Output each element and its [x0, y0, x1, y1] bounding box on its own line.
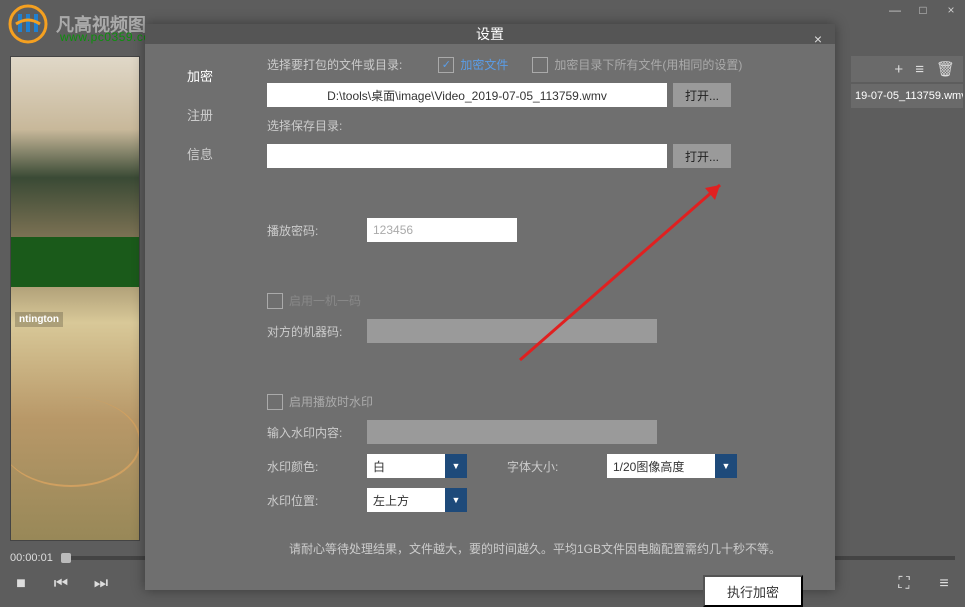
playlist-add-icon[interactable]: +: [894, 61, 903, 78]
tab-encrypt[interactable]: 加密: [145, 56, 255, 95]
encrypt-file-checkbox[interactable]: [438, 57, 454, 73]
playlist-toolbar: + ≡ 🗑: [851, 56, 963, 82]
video-frame: ntington: [10, 56, 140, 541]
fullscreen-button[interactable]: ⛶: [893, 573, 915, 595]
playlist-delete-icon[interactable]: 🗑: [936, 60, 955, 78]
dialog-title: 设置: [476, 24, 504, 44]
settings-form: 选择要打包的文件或目录: 加密文件 加密目录下所有文件(用相同的设置) 打开..…: [255, 44, 835, 607]
hamburger-button[interactable]: ≡: [933, 573, 955, 595]
encrypt-dir-option[interactable]: 加密目录下所有文件(用相同的设置): [532, 56, 742, 73]
save-dir-input[interactable]: [267, 144, 667, 168]
stop-button[interactable]: ■: [10, 573, 32, 595]
font-size-select[interactable]: 1/20图像高度▼: [607, 454, 737, 478]
watermark-option[interactable]: 启用播放时水印: [267, 393, 373, 410]
font-size-label: 字体大小:: [507, 458, 607, 475]
settings-dialog: 设置 × 加密 注册 信息 选择要打包的文件或目录: 加密文件 加密目录下所有文…: [145, 24, 835, 590]
video-overlay-text: ntington: [15, 312, 63, 327]
save-dir-label: 选择保存目录:: [267, 117, 342, 134]
maximize-button[interactable]: □: [914, 2, 932, 18]
playlist-menu-icon[interactable]: ≡: [915, 61, 924, 78]
tab-info[interactable]: 信息: [145, 134, 255, 173]
open-savedir-button[interactable]: 打开...: [673, 144, 731, 168]
watermark-color-label: 水印颜色:: [267, 458, 367, 475]
playback-time: 00:00:01: [10, 552, 53, 564]
open-file-button[interactable]: 打开...: [673, 83, 731, 107]
tab-register[interactable]: 注册: [145, 95, 255, 134]
file-path-input[interactable]: [267, 83, 667, 107]
prev-button[interactable]: ⏮: [50, 573, 72, 595]
dialog-close-icon[interactable]: ×: [809, 30, 827, 48]
machine-code-label: 对方的机器码:: [267, 323, 367, 340]
select-files-label: 选择要打包的文件或目录:: [267, 56, 402, 73]
processing-note: 请耐心等待处理结果，文件越大，要的时间越久。平均1GB文件因电脑配置需约几十秒不…: [267, 540, 803, 557]
next-button[interactable]: ⏭: [90, 573, 112, 595]
machine-lock-checkbox[interactable]: [267, 293, 283, 309]
chevron-down-icon: ▼: [715, 454, 737, 478]
playlist-item[interactable]: 19-07-05_113759.wmv: [851, 84, 963, 108]
watermark-pos-label: 水印位置:: [267, 492, 367, 509]
machine-lock-option[interactable]: 启用一机一码: [267, 292, 361, 309]
watermark-color-select[interactable]: 白▼: [367, 454, 467, 478]
video-preview: ntington: [10, 56, 150, 546]
minimize-button[interactable]: —: [886, 2, 904, 18]
play-password-label: 播放密码:: [267, 222, 367, 239]
settings-tabs: 加密 注册 信息: [145, 44, 255, 607]
close-button[interactable]: ×: [942, 2, 960, 18]
app-logo-icon: [8, 4, 48, 44]
encrypt-dir-checkbox[interactable]: [532, 57, 548, 73]
execute-encrypt-button[interactable]: 执行加密: [703, 575, 803, 607]
watermark-checkbox[interactable]: [267, 394, 283, 410]
watermark-content-input[interactable]: [367, 420, 657, 444]
chevron-down-icon: ▼: [445, 454, 467, 478]
playlist-panel: + ≡ 🗑 19-07-05_113759.wmv: [851, 56, 963, 108]
watermark-content-label: 输入水印内容:: [267, 424, 367, 441]
encrypt-file-option[interactable]: 加密文件: [438, 56, 508, 73]
machine-code-input: [367, 319, 657, 343]
dialog-header: 设置 ×: [145, 24, 835, 44]
chevron-down-icon: ▼: [445, 488, 467, 512]
play-password-input[interactable]: [367, 218, 517, 242]
watermark-pos-select[interactable]: 左上方▼: [367, 488, 467, 512]
